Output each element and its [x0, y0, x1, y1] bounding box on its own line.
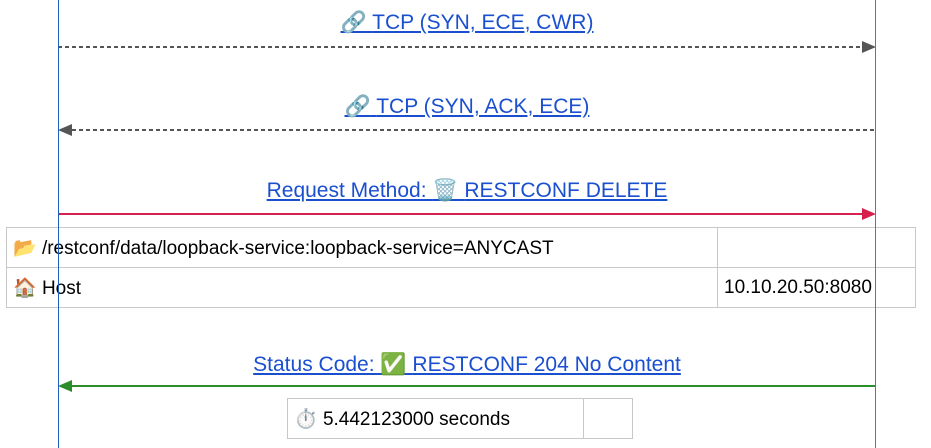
table-row: ⏱️ 5.442123000 seconds	[287, 398, 633, 439]
request-method-label: RESTCONF DELETE	[464, 179, 668, 202]
tcp-synack-label: TCP (SYN, ACK, ECE)	[376, 95, 590, 118]
link-icon: 🔗	[340, 11, 367, 34]
tcp-synack-arrow	[58, 124, 876, 136]
request-arrow-head	[862, 208, 876, 220]
link-icon: 🔗	[344, 95, 371, 118]
table-row: 🏠 Host 10.10.20.50:8080	[6, 267, 916, 308]
path-cell: 📂 /restconf/data/loopback-service:loopba…	[6, 227, 718, 268]
server-lifeline	[875, 0, 876, 448]
tcp-synack-link[interactable]: 🔗 TCP (SYN, ACK, ECE)	[58, 94, 876, 120]
status-code-label: RESTCONF 204 No Content	[412, 353, 681, 376]
timing-table: ⏱️ 5.442123000 seconds	[287, 398, 633, 439]
request-method-link[interactable]: Request Method: 🗑️ RESTCONF DELETE	[58, 178, 876, 204]
path-value-cell	[717, 227, 916, 268]
tcp-syn-link[interactable]: 🔗 TCP (SYN, ECE, CWR)	[58, 10, 876, 36]
host-key-cell: 🏠 Host	[6, 267, 718, 308]
status-code-prefix: Status Code:	[253, 353, 381, 376]
response-arrow	[58, 380, 876, 392]
tcp-syn-arrow	[58, 41, 876, 53]
trash-icon: 🗑️	[432, 179, 459, 202]
house-icon: 🏠	[13, 277, 37, 299]
request-path: /restconf/data/loopback-service:loopback…	[41, 237, 554, 259]
stopwatch-icon: ⏱️	[294, 408, 318, 430]
timing-text: 5.442123000 seconds	[322, 408, 510, 430]
table-row: 📂 /restconf/data/loopback-service:loopba…	[6, 227, 916, 268]
timing-cell: ⏱️ 5.442123000 seconds	[287, 398, 584, 439]
check-icon: ✅	[380, 353, 407, 376]
folder-icon: 📂	[13, 237, 37, 259]
tcp-syn-label: TCP (SYN, ECE, CWR)	[372, 11, 594, 34]
response-arrow-head	[58, 380, 72, 392]
client-lifeline	[58, 0, 59, 448]
tcp-syn-arrow-head	[862, 41, 876, 53]
host-value-cell: 10.10.20.50:8080	[717, 267, 916, 308]
timing-value-cell	[583, 398, 633, 439]
request-details-table: 📂 /restconf/data/loopback-service:loopba…	[6, 227, 916, 308]
status-code-link[interactable]: Status Code: ✅ RESTCONF 204 No Content	[58, 352, 876, 378]
tcp-synack-arrow-head	[58, 124, 72, 136]
host-label: Host	[41, 277, 82, 299]
request-method-prefix: Request Method:	[266, 179, 433, 202]
request-arrow	[58, 208, 876, 220]
